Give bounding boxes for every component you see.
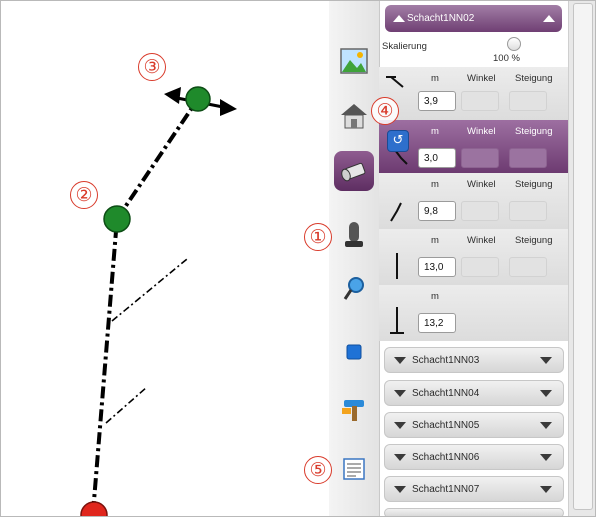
panel-scrollbar[interactable] bbox=[568, 1, 595, 516]
section-collapsed-2[interactable]: Schacht1NN04 bbox=[384, 380, 564, 406]
segment-row-3[interactable]: m Winkel Steigung 9,8 bbox=[379, 173, 568, 229]
hammer-tool-button[interactable] bbox=[334, 389, 374, 429]
reset-direction-button[interactable]: ↺ bbox=[387, 130, 409, 152]
segment-row-1[interactable]: m Winkel Steigung 3,9 bbox=[379, 67, 568, 121]
expand-arrow-icon[interactable] bbox=[394, 486, 406, 493]
steigung-input[interactable] bbox=[509, 148, 547, 168]
m-input[interactable]: 3,9 bbox=[418, 91, 456, 111]
expand-arrow-icon[interactable] bbox=[394, 422, 406, 429]
notes-tool-button[interactable] bbox=[334, 449, 374, 489]
section-collapsed-3[interactable]: Schacht1NN05 bbox=[384, 412, 564, 438]
segment-row-5[interactable]: m 13,2 bbox=[379, 285, 568, 341]
expand-arrow-icon[interactable] bbox=[394, 454, 406, 461]
search-tool-button[interactable] bbox=[334, 269, 374, 309]
callout-4: ④ bbox=[371, 97, 399, 125]
col-m: m bbox=[431, 126, 439, 137]
manhole-tool-button[interactable] bbox=[334, 214, 374, 254]
section-collapsed-partial[interactable] bbox=[384, 508, 564, 516]
col-m: m bbox=[431, 235, 439, 246]
segment-row-4[interactable]: m Winkel Steigung 13,0 bbox=[379, 229, 568, 285]
col-winkel: Winkel bbox=[467, 235, 496, 246]
notes-icon bbox=[343, 458, 365, 480]
col-winkel: Winkel bbox=[467, 126, 496, 137]
pipe-branch-lower[interactable] bbox=[105, 386, 148, 424]
winkel-input[interactable] bbox=[461, 201, 499, 221]
col-m: m bbox=[431, 179, 439, 190]
search-icon bbox=[343, 277, 364, 300]
callout-2: ② bbox=[70, 181, 98, 209]
house-tool-button[interactable] bbox=[334, 96, 374, 136]
section-title: Schacht1NN02 bbox=[407, 13, 475, 24]
col-steigung: Steigung bbox=[515, 179, 553, 190]
expand-arrow-icon[interactable] bbox=[394, 357, 406, 364]
col-m: m bbox=[431, 73, 439, 84]
pipe-end-icon bbox=[390, 307, 404, 334]
pipe-branch-upper[interactable] bbox=[111, 258, 188, 322]
app-frame: Schacht1NN02 Skalierung 100 % m Winkel S… bbox=[0, 0, 596, 517]
manhole-icon bbox=[345, 222, 363, 247]
section-collapsed-5[interactable]: Schacht1NN07 bbox=[384, 476, 564, 502]
collapse-arrow-icon[interactable] bbox=[393, 15, 405, 22]
section-collapsed-1[interactable]: Schacht1NN03 bbox=[384, 347, 564, 373]
callout-1: ① bbox=[304, 223, 332, 251]
pipe-straight-icon bbox=[396, 253, 398, 279]
scaling-label: Skalierung bbox=[382, 41, 427, 52]
m-input[interactable]: 13,2 bbox=[418, 313, 456, 333]
collapse-arrow-right-icon[interactable] bbox=[543, 15, 555, 22]
winkel-input[interactable] bbox=[461, 148, 499, 168]
col-winkel: Winkel bbox=[467, 179, 496, 190]
expand-arrow-right-icon[interactable] bbox=[540, 422, 552, 429]
pipe-tool-button[interactable] bbox=[334, 151, 374, 191]
landscape-icon bbox=[340, 48, 368, 74]
col-steigung: Steigung bbox=[515, 73, 553, 84]
steigung-input[interactable] bbox=[509, 201, 547, 221]
expand-arrow-right-icon[interactable] bbox=[540, 486, 552, 493]
scrollbar-thumb[interactable] bbox=[573, 3, 593, 510]
scaling-slider-handle[interactable] bbox=[507, 37, 521, 51]
section-header-expanded[interactable]: Schacht1NN02 bbox=[379, 1, 568, 34]
scaling-value: 100 % bbox=[493, 53, 520, 64]
expand-arrow-icon[interactable] bbox=[394, 390, 406, 397]
callout-5: ⑤ bbox=[304, 456, 332, 484]
section-title: Schacht1NN05 bbox=[412, 420, 480, 431]
section-title: Schacht1NN03 bbox=[412, 355, 480, 366]
col-m: m bbox=[431, 291, 439, 302]
tool-strip bbox=[329, 1, 379, 516]
m-input[interactable]: 3,0 bbox=[418, 148, 456, 168]
steigung-input[interactable] bbox=[509, 91, 547, 111]
landscape-tool-button[interactable] bbox=[334, 41, 374, 81]
section-title: Schacht1NN06 bbox=[412, 452, 480, 463]
pipe-bend-icon bbox=[390, 202, 402, 222]
pipe-main-upper[interactable] bbox=[115, 97, 200, 221]
section-title: Schacht1NN04 bbox=[412, 388, 480, 399]
winkel-input[interactable] bbox=[461, 91, 499, 111]
hammer-icon bbox=[342, 400, 364, 421]
winkel-input[interactable] bbox=[461, 257, 499, 277]
col-steigung: Steigung bbox=[515, 235, 553, 246]
drawing-canvas[interactable] bbox=[1, 1, 336, 516]
col-winkel: Winkel bbox=[467, 73, 496, 84]
section-header-bar[interactable]: Schacht1NN02 bbox=[385, 5, 562, 32]
steigung-input[interactable] bbox=[509, 257, 547, 277]
section-collapsed-4[interactable]: Schacht1NN06 bbox=[384, 444, 564, 470]
m-input[interactable]: 9,8 bbox=[418, 201, 456, 221]
pipe-network-drawing bbox=[80, 86, 237, 516]
node-3[interactable] bbox=[185, 86, 211, 112]
square-icon bbox=[346, 344, 362, 360]
pipe-icon bbox=[341, 162, 366, 182]
m-input[interactable]: 13,0 bbox=[418, 257, 456, 277]
expand-arrow-right-icon[interactable] bbox=[540, 357, 552, 364]
expand-arrow-right-icon[interactable] bbox=[540, 390, 552, 397]
house-icon bbox=[341, 104, 367, 129]
col-steigung: Steigung bbox=[515, 126, 553, 137]
node-2[interactable] bbox=[103, 205, 131, 233]
callout-3: ③ bbox=[138, 53, 166, 81]
square-tool-button[interactable] bbox=[334, 332, 374, 372]
node-1[interactable] bbox=[80, 501, 108, 516]
expand-arrow-right-icon[interactable] bbox=[540, 454, 552, 461]
pipe-main-lower[interactable] bbox=[91, 218, 119, 514]
section-title: Schacht1NN07 bbox=[412, 484, 480, 495]
